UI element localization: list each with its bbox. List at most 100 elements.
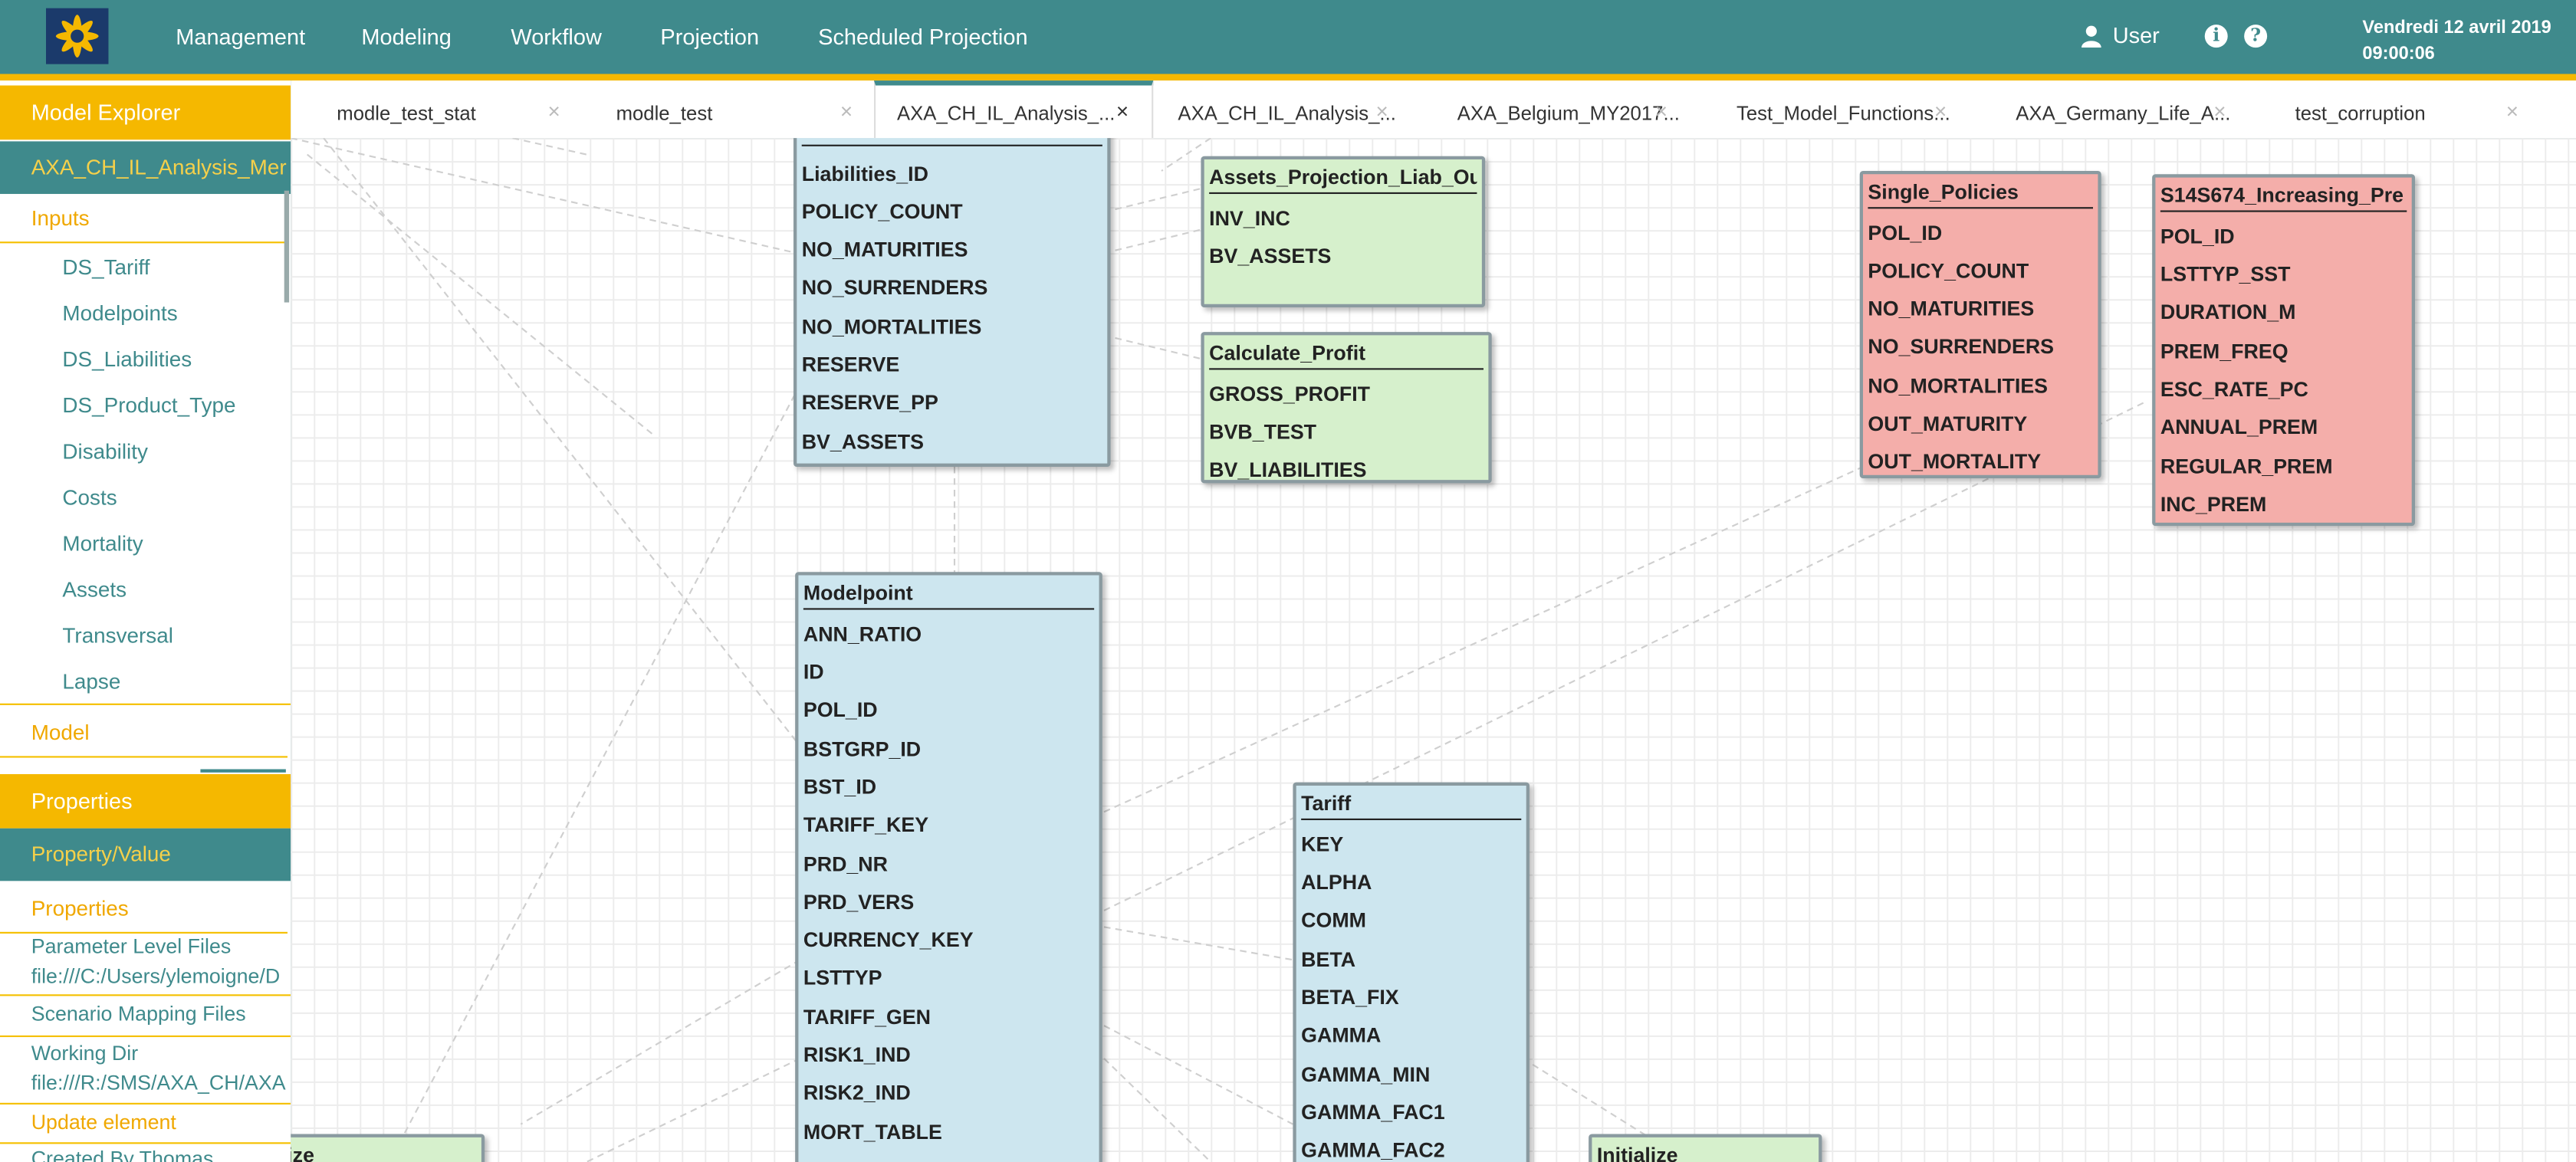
field[interactable]: PREM_FREQ (2160, 340, 2288, 363)
field[interactable]: OUT_MORTALITY (1868, 451, 2041, 474)
info-icon[interactable]: i (2204, 25, 2228, 48)
node-liabilities[interactable]: Liabilities Liabilities_ID POLICY_COUNT … (794, 138, 1111, 467)
properties-subheader[interactable]: Properties (0, 885, 288, 934)
field[interactable]: RESERVE (802, 353, 900, 376)
model-section[interactable]: Model (0, 708, 288, 758)
close-icon[interactable]: × (1375, 99, 1388, 123)
close-icon[interactable]: × (840, 99, 853, 123)
field[interactable]: DURATION_M (2160, 300, 2296, 323)
field[interactable]: RISK1_IND (803, 1044, 911, 1067)
field[interactable]: NO_MORTALITIES (802, 316, 982, 339)
tab-axa-ch-il-analysis-active[interactable]: AXA_CH_IL_Analysis_... × (874, 80, 1154, 140)
node-initialize-right[interactable]: Initialize (1589, 1134, 1822, 1162)
field[interactable]: ID (803, 661, 824, 684)
field[interactable]: Liabilities_ID (802, 162, 928, 185)
field[interactable]: RESERVE_PP (802, 391, 938, 414)
field[interactable]: BSTGRP_ID (803, 738, 921, 761)
inputs-section[interactable]: Inputs (0, 194, 288, 244)
field[interactable]: ANNUAL_PREM (2160, 416, 2318, 439)
model-explorer-header[interactable]: Model Explorer (0, 85, 291, 140)
field[interactable]: BV_ASSETS (802, 431, 924, 454)
input-item-ds-liabilities[interactable]: DS_Liabilities (62, 346, 192, 371)
field[interactable]: LSTTYP_SST (2160, 263, 2291, 286)
field[interactable]: PRD_VERS (803, 891, 914, 914)
input-item-assets[interactable]: Assets (62, 577, 127, 602)
field[interactable]: BV_LIABILITIES (1209, 458, 1366, 480)
input-item-lapse[interactable]: Lapse (62, 669, 120, 694)
field[interactable]: RISK2_IND (803, 1082, 911, 1105)
tab-modle-test-stat[interactable]: modle_test_stat × (291, 80, 583, 138)
nav-scheduled-projection[interactable]: Scheduled Projection (818, 25, 1027, 49)
close-icon[interactable]: × (1934, 99, 1947, 123)
node-single-policies[interactable]: Single_Policies POL_ID POLICY_COUNT NO_M… (1859, 171, 2101, 478)
input-item-costs[interactable]: Costs (62, 485, 117, 510)
input-item-transversal[interactable]: Transversal (62, 623, 173, 648)
param-files-value[interactable]: file:///C:/Users/ylemoigne/D (31, 961, 281, 991)
node-modelpoint[interactable]: Modelpoint ANN_RATIO ID POL_ID BSTGRP_ID… (795, 572, 1102, 1162)
field[interactable]: INV_INC (1209, 207, 1290, 230)
node-calculate-profit[interactable]: Calculate_Profit GROSS_PROFIT BVB_TEST B… (1201, 332, 1492, 484)
input-item-modelpoints[interactable]: Modelpoints (62, 300, 177, 325)
input-item-disability[interactable]: Disability (62, 439, 147, 464)
tab-test-model-functions[interactable]: Test_Model_Functions... × (1691, 80, 1970, 138)
node-assets-projection[interactable]: Assets_Projection_Liab_Ou INV_INC BV_ASS… (1201, 156, 1486, 307)
help-icon[interactable]: ? (2244, 25, 2268, 48)
nav-projection[interactable]: Projection (660, 25, 759, 49)
field[interactable]: NO_SURRENDERS (802, 276, 988, 299)
field[interactable]: LSTTYP (803, 967, 882, 990)
close-icon[interactable]: × (2213, 99, 2226, 123)
field[interactable]: GROSS_PROFIT (1209, 383, 1370, 406)
field[interactable]: INC_PREM (2160, 493, 2266, 516)
field[interactable]: BST_ID (803, 776, 876, 799)
field[interactable]: BV_ASSETS (1209, 245, 1331, 268)
input-item-ds-tariff[interactable]: DS_Tariff (62, 254, 150, 279)
user-menu[interactable]: User (2080, 23, 2160, 48)
field[interactable]: TARIFF_GEN (803, 1006, 931, 1029)
working-dir-value[interactable]: file:///R:/SMS/AXA_CH/AXA (31, 1068, 286, 1098)
field[interactable]: GAMMA_FAC1 (1301, 1101, 1445, 1124)
field[interactable]: ALPHA (1301, 871, 1372, 894)
field[interactable]: POL_ID (2160, 225, 2235, 248)
field[interactable]: BVB_TEST (1209, 421, 1316, 444)
close-icon[interactable]: × (1655, 99, 1668, 123)
field[interactable]: PRD_NR (803, 853, 888, 876)
input-item-mortality[interactable]: Mortality (62, 531, 143, 556)
field[interactable]: COMM (1301, 909, 1366, 932)
tab-modle-test[interactable]: modle_test × (570, 80, 876, 138)
tab-axa-ch-il-analysis-2[interactable]: AXA_CH_IL_Analysis_... × (1132, 80, 1411, 138)
field[interactable]: POL_ID (1868, 222, 1942, 245)
field[interactable]: NO_MORTALITIES (1868, 375, 2048, 398)
field[interactable]: REGULAR_PREM (2160, 455, 2333, 478)
close-icon[interactable]: × (2506, 99, 2518, 123)
field[interactable]: ESC_RATE_PC (2160, 378, 2308, 401)
input-item-ds-product-type[interactable]: DS_Product_Type (62, 392, 235, 417)
field[interactable]: NO_SURRENDERS (1868, 335, 2054, 358)
field[interactable]: BETA_FIX (1301, 986, 1399, 1009)
tab-axa-germany-life[interactable]: AXA_Germany_Life_A... × (1970, 80, 2249, 138)
field[interactable]: ANN_RATIO (803, 623, 922, 646)
field[interactable]: GAMMA (1301, 1024, 1381, 1047)
field[interactable]: BETA (1301, 948, 1355, 971)
nav-management[interactable]: Management (176, 25, 305, 49)
explorer-scrollbar[interactable] (284, 190, 290, 303)
node-s14s674-increasing-premium[interactable]: S14S674_Increasing_Pre POL_ID LSTTYP_SST… (2152, 174, 2415, 527)
node-tariff[interactable]: Tariff KEY ALPHA COMM BETA BETA_FIX GAMM… (1293, 782, 1530, 1162)
field[interactable]: POL_ID (803, 698, 878, 721)
app-logo[interactable] (46, 8, 109, 64)
field[interactable]: GAMMA_MIN (1301, 1063, 1430, 1086)
nav-modeling[interactable]: Modeling (361, 25, 451, 49)
model-diagram-canvas[interactable]: Liabilities Liabilities_ID POLICY_COUNT … (291, 138, 2576, 1162)
close-icon[interactable]: × (547, 99, 560, 123)
field[interactable]: MORT_TABLE (803, 1121, 942, 1144)
model-name-header[interactable]: AXA_CH_IL_Analysis_Mer (0, 141, 291, 195)
field[interactable]: NO_MATURITIES (1868, 297, 2034, 320)
field[interactable]: GAMMA_FAC2 (1301, 1139, 1445, 1162)
field[interactable]: CURRENCY_KEY (803, 929, 974, 952)
field[interactable]: POLICY_COUNT (1868, 260, 2029, 283)
close-icon[interactable]: × (1116, 99, 1129, 123)
tab-test-corruption[interactable]: test_corruption × (2249, 80, 2542, 138)
field[interactable]: OUT_MATURITY (1868, 412, 2027, 435)
field[interactable]: NO_MATURITIES (802, 238, 968, 261)
update-element-button[interactable]: Update element (31, 1108, 176, 1137)
field[interactable]: KEY (1301, 833, 1343, 856)
